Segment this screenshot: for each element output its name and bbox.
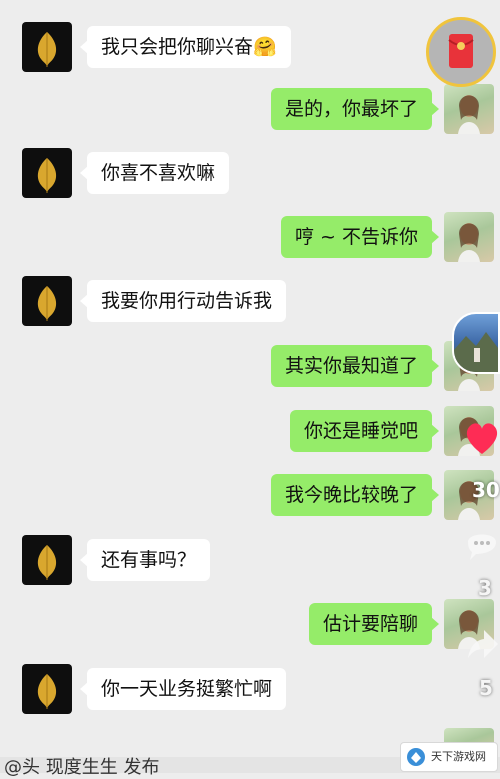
message-row: 是的，你最坏了 <box>0 84 500 136</box>
leaf-icon <box>37 158 57 193</box>
landscape-photo-icon <box>454 332 498 372</box>
message-bubble-outgoing[interactable]: 其实你最知道了 <box>270 345 440 387</box>
contact-avatar[interactable] <box>22 276 72 326</box>
message-row: 我今晚比较晚了 <box>0 470 500 522</box>
contact-avatar[interactable] <box>22 148 72 198</box>
share-arrow-icon <box>468 630 498 658</box>
contact-avatar[interactable] <box>22 664 72 714</box>
message-bubble-incoming[interactable]: 你喜不喜欢嘛 <box>79 152 230 194</box>
message-bubble-outgoing[interactable]: 是的，你最坏了 <box>270 88 440 130</box>
comment-bubble-icon <box>468 534 496 560</box>
message-bubble-outgoing[interactable]: 你还是睡觉吧 <box>289 410 440 452</box>
share-button[interactable] <box>466 624 500 664</box>
message-bubble-incoming[interactable]: 你一天业务挺繁忙啊 <box>79 668 287 710</box>
message-bubble-incoming[interactable]: 我只会把你聊兴奋🤗 <box>80 26 291 68</box>
bottom-caption: @头 现度生生 发布 <box>4 757 160 778</box>
message-bubble-incoming[interactable]: 我要你用行动告诉我 <box>79 280 287 322</box>
message-bubble-incoming[interactable]: 还有事吗？ <box>79 539 211 581</box>
message-row: 你喜不喜欢嘛 <box>0 148 500 200</box>
contact-avatar[interactable] <box>22 22 72 72</box>
red-envelope-icon <box>448 34 474 68</box>
contact-avatar[interactable] <box>22 535 72 585</box>
message-row: 哼 ~ 不告诉你 <box>0 212 500 264</box>
leaf-icon <box>37 32 57 67</box>
message-bubble-outgoing[interactable]: 哼 ~ 不告诉你 <box>281 216 439 258</box>
site-logo-icon <box>407 748 425 766</box>
like-count: 30 <box>472 478 500 502</box>
creator-profile-avatar[interactable] <box>452 312 500 374</box>
girl-portrait-icon <box>458 95 480 134</box>
message-row: 我只会把你聊兴奋🤗 <box>0 22 500 74</box>
message-row: 还有事吗？ <box>0 535 500 587</box>
message-row: 你一天业务挺繁忙啊 <box>0 664 500 716</box>
leaf-icon <box>37 674 57 709</box>
message-row: 其实你最知道了 <box>0 341 500 393</box>
comment-count: 3 <box>478 576 492 600</box>
share-count: 5 <box>479 676 493 700</box>
leaf-icon <box>37 286 57 321</box>
comment-button[interactable] <box>464 524 500 564</box>
site-watermark: 天下游戏网 <box>400 742 498 772</box>
girl-portrait-icon <box>458 223 480 262</box>
red-packet-button[interactable] <box>426 17 496 87</box>
user-avatar[interactable] <box>444 212 494 262</box>
message-row: 你还是睡觉吧 <box>0 406 500 458</box>
message-row: 估计要陪聊 <box>0 599 500 651</box>
message-row: 我要你用行动告诉我 <box>0 276 500 328</box>
heart-icon <box>466 423 498 454</box>
message-bubble-outgoing[interactable]: 我今晚比较晚了 <box>270 474 440 516</box>
like-button[interactable] <box>462 418 500 458</box>
user-avatar[interactable] <box>444 84 494 134</box>
message-bubble-outgoing[interactable]: 估计要陪聊 <box>308 603 440 645</box>
leaf-icon <box>37 545 57 580</box>
